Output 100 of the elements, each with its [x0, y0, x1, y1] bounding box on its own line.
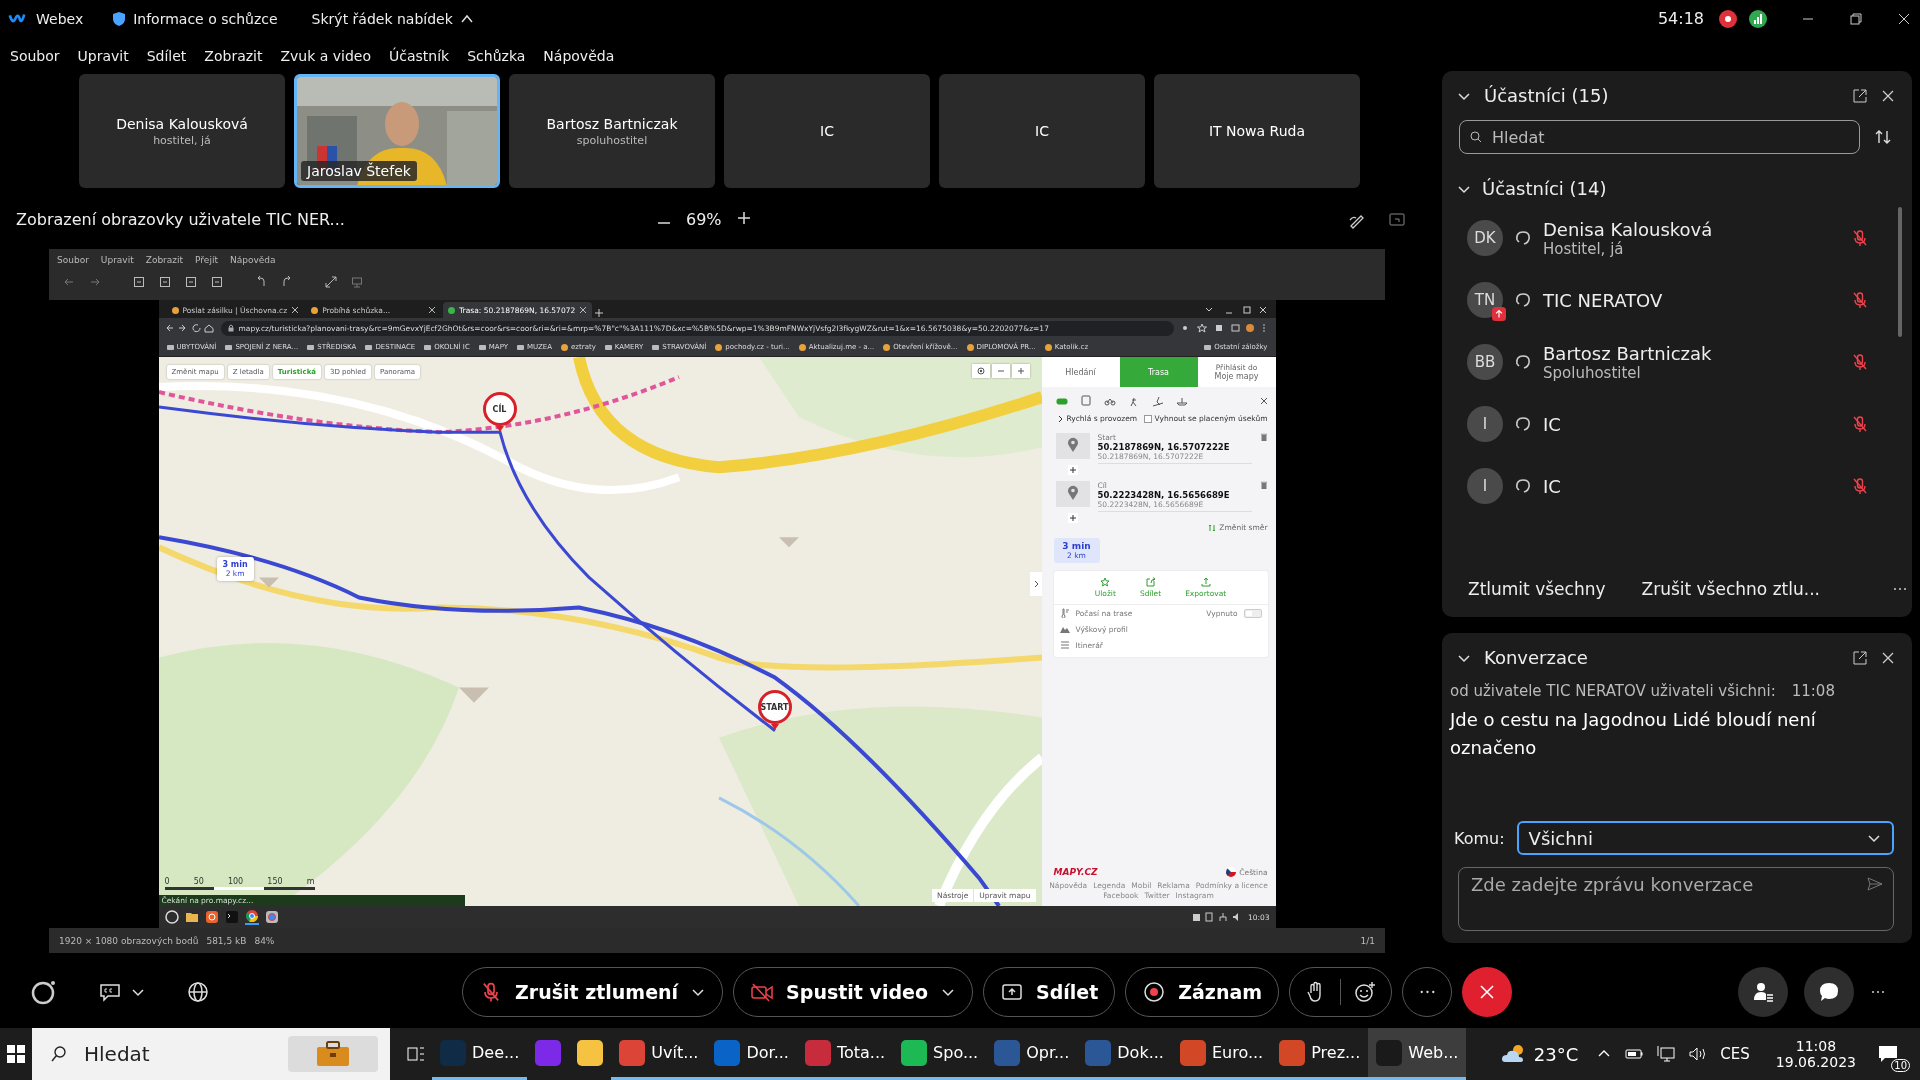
- unmute-button[interactable]: Zrušit ztlumení: [462, 966, 724, 1017]
- search-field[interactable]: Hledat: [1459, 120, 1860, 154]
- linux-menu-icon[interactable]: [164, 910, 179, 924]
- participant-row[interactable]: I IC: [1442, 393, 1896, 455]
- input-language[interactable]: CES: [1720, 1045, 1750, 1063]
- new-tab-icon[interactable]: [594, 308, 605, 318]
- participant-row[interactable]: BB Bartosz Bartniczak Spoluhostitel: [1442, 331, 1896, 393]
- site-icon: [1044, 343, 1052, 351]
- pop-out-icon[interactable]: [1852, 87, 1868, 104]
- chrome-icon[interactable]: [244, 909, 259, 925]
- taskbar-app[interactable]: Opr...: [986, 1028, 1078, 1080]
- back-icon[interactable]: [63, 276, 75, 288]
- viewer-menu-item[interactable]: Soubor: [57, 255, 89, 265]
- hide-menu-button[interactable]: Skrýt řádek nabídek: [311, 10, 475, 27]
- windows-start-icon[interactable]: [6, 1044, 26, 1064]
- view-mode-icon[interactable]: [159, 276, 171, 288]
- participant-row[interactable]: DK Denisa Kalousková Hostitel, já: [1442, 207, 1896, 269]
- slideshow-icon[interactable]: [351, 276, 363, 288]
- taskbar-app[interactable]: Dor...: [706, 1028, 797, 1080]
- muted-mic-icon[interactable]: [1850, 290, 1870, 310]
- car-mode-icon[interactable]: [1055, 395, 1068, 407]
- task-view-icon[interactable]: [406, 1044, 426, 1064]
- close-icon[interactable]: [1259, 397, 1268, 405]
- unmute-all-button[interactable]: Zrušit všechno ztlu...: [1641, 579, 1820, 599]
- ski-mode-icon[interactable]: [1151, 395, 1164, 407]
- more-icon: [1419, 989, 1435, 994]
- view-mode-icon[interactable]: [133, 276, 145, 288]
- globe-icon[interactable]: [186, 979, 210, 1004]
- scale-label: 150: [267, 877, 283, 886]
- taskbar-app[interactable]: Euro...: [1171, 1028, 1272, 1080]
- taskbar-app[interactable]: Web...: [1368, 1028, 1467, 1080]
- menu-item[interactable]: Schůzka: [467, 47, 526, 64]
- toggle-switch[interactable]: [1243, 608, 1262, 618]
- folder-icon[interactable]: [184, 910, 199, 924]
- muted-mic-icon[interactable]: [1850, 414, 1870, 434]
- restore-icon[interactable]: [1848, 10, 1864, 27]
- taskbar-app[interactable]: Dee...: [432, 1028, 528, 1080]
- add-waypoint-button[interactable]: [1067, 465, 1078, 475]
- message-field[interactable]: Zde zadejte zprávu konverzace: [1458, 867, 1894, 931]
- close-icon[interactable]: [579, 306, 588, 314]
- menu-item[interactable]: Sdílet: [146, 47, 187, 64]
- menu-item[interactable]: Soubor: [10, 47, 60, 64]
- participant-tile[interactable]: IC: [939, 74, 1145, 188]
- participant-tile[interactable]: IC: [724, 74, 930, 188]
- emoji-icon[interactable]: [1353, 979, 1378, 1004]
- menu-item[interactable]: Účastník: [389, 47, 450, 64]
- mute-all-button[interactable]: Ztlumit všechny: [1468, 579, 1606, 599]
- participant-row[interactable]: I IC: [1442, 455, 1896, 517]
- add-waypoint-button[interactable]: [1067, 513, 1078, 523]
- view-mode-icon[interactable]: [211, 276, 223, 288]
- participant-tile[interactable]: IT Nowa Ruda: [1154, 74, 1360, 188]
- muted-mic-icon[interactable]: [1850, 476, 1870, 496]
- trash-icon[interactable]: [1259, 481, 1268, 489]
- share-title: Zobrazení obrazovky uživatele TIC NER...: [16, 210, 346, 229]
- trash-icon[interactable]: [1259, 433, 1268, 441]
- taskbar-app[interactable]: Tota...: [796, 1028, 894, 1080]
- browser-icon[interactable]: [264, 910, 279, 924]
- taskbar-app[interactable]: Dok...: [1077, 1028, 1172, 1080]
- boat-mode-icon[interactable]: [1175, 395, 1188, 407]
- fullscreen-icon[interactable]: [325, 276, 337, 288]
- forward-icon[interactable]: [89, 276, 101, 288]
- viewer-menu-item[interactable]: Nápověda: [229, 255, 276, 265]
- participant-tile[interactable]: Jaroslav Štefek: [294, 74, 500, 188]
- close-icon[interactable]: [291, 306, 300, 314]
- sort-icon[interactable]: [1874, 128, 1892, 146]
- taskbar-app[interactable]: Uvít...: [611, 1028, 707, 1080]
- muted-mic-icon[interactable]: [1850, 228, 1870, 248]
- checkbox[interactable]: [1143, 414, 1152, 423]
- taskbar-app[interactable]: Spo...: [893, 1028, 987, 1080]
- clock[interactable]: 11:08 19.06.2023: [1775, 1038, 1856, 1070]
- participant-tile[interactable]: Bartosz Bartniczak spoluhostitel: [509, 74, 715, 188]
- panel-tab[interactable]: Hledání: [1041, 357, 1120, 387]
- rotate-right-icon[interactable]: [281, 276, 293, 288]
- pop-out-icon[interactable]: [1852, 649, 1868, 666]
- chat-button[interactable]: [1804, 966, 1854, 1017]
- viewer-menu-item[interactable]: Přejít: [195, 255, 218, 265]
- menu-item[interactable]: Zobrazit: [204, 47, 263, 64]
- menu-item[interactable]: Upravit: [77, 47, 129, 64]
- menu-item[interactable]: Zvuk a video: [280, 47, 372, 64]
- record-button[interactable]: Záznam: [1125, 966, 1280, 1017]
- viewer-menu-item[interactable]: Zobrazit: [145, 255, 184, 265]
- update-icon[interactable]: [204, 910, 219, 924]
- recipient-select[interactable]: Všichni: [1516, 821, 1894, 855]
- network-icon[interactable]: [1656, 1044, 1677, 1064]
- recipient-label: Komu:: [1454, 828, 1505, 848]
- bus-mode-icon[interactable]: [1079, 395, 1092, 407]
- menu-item[interactable]: Nápověda: [543, 47, 615, 64]
- participant-name: Bartosz Bartniczak: [1543, 342, 1712, 364]
- participant-row[interactable]: TN TIC NERATOV: [1442, 269, 1896, 331]
- viewer-menu-item[interactable]: Upravit: [100, 255, 134, 265]
- close-icon[interactable]: [428, 306, 437, 314]
- send-icon[interactable]: [1866, 875, 1884, 893]
- participants-button[interactable]: [1738, 966, 1788, 1017]
- meeting-info-button[interactable]: Informace o schůzce: [111, 10, 278, 27]
- view-mode-icon[interactable]: [185, 276, 197, 288]
- start-video-button[interactable]: Spustit video: [733, 966, 973, 1017]
- page-counter: 1/1: [1360, 935, 1375, 946]
- participant-tile[interactable]: Denisa Kalousková hostitel, já: [79, 74, 285, 188]
- muted-mic-icon[interactable]: [1850, 352, 1870, 372]
- rotate-left-icon[interactable]: [255, 276, 267, 288]
